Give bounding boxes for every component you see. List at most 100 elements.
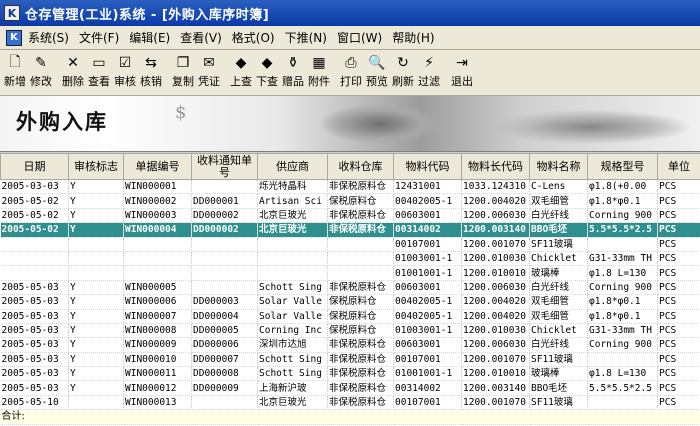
toolbar-button-label: 删除: [62, 75, 84, 88]
menu-window[interactable]: 窗口(W): [335, 29, 390, 46]
table-cell: DD000004: [191, 309, 258, 324]
toolbar-button-gift[interactable]: ⚱ 赠品: [280, 54, 306, 89]
table-cell: Solar Valle: [257, 309, 328, 324]
toolbar-button-edit[interactable]: ✎ 修改: [28, 54, 54, 89]
table-cell: φ1.8*φ0.1: [587, 294, 658, 310]
table-cell: 2005-05-02: [0, 222, 69, 238]
totals-label: 合计:: [0, 409, 700, 425]
column-header[interactable]: 供应商: [257, 153, 328, 180]
toolbar-button-exit[interactable]: ⇥ 退出: [448, 54, 476, 89]
table-cell: 2005-05-03: [0, 309, 69, 324]
gift-icon: ⚱: [287, 55, 299, 71]
inbound-purchase-grid[interactable]: 日期 审核标志 单据编号 收料通知单号 供应商 收料仓库 物料代码 物料长代码 物料名称 规格型号…: [0, 153, 700, 426]
table-cell: 00314002: [393, 380, 462, 396]
table-cell: 保税原料仓: [327, 323, 394, 339]
table-row[interactable]: 2005-03-03 Y WIN000001 烁光特晶科 非保税原料仓 12431001 1…: [0, 179, 700, 195]
table-row[interactable]: 01001001-1 1200.010010 玻璃棒 φ1.8 L=130 PCS: [0, 265, 700, 281]
toolbar-button-audit[interactable]: ☑ 审核: [112, 54, 138, 89]
system-menu-icon[interactable]: K: [6, 29, 22, 46]
toolbar-button-print[interactable]: ⎙ 打印: [338, 54, 364, 89]
table-cell: 深圳市达旭: [257, 337, 328, 353]
table-cell: Y: [68, 380, 124, 396]
column-header[interactable]: 单据编号: [123, 153, 192, 180]
menu-help[interactable]: 帮助(H): [390, 29, 442, 46]
table-cell: Chicklet: [529, 251, 588, 267]
column-header[interactable]: 规格型号: [587, 153, 658, 180]
table-row[interactable]: 2005-05-03 Y WIN000005 Schott Sing 非保税原料仓 006…: [0, 280, 700, 296]
table-cell: [191, 179, 258, 195]
table-cell: WIN000013: [123, 395, 192, 411]
toolbar-button-delete[interactable]: ✕ 删除: [60, 54, 86, 89]
table-cell: PCS: [657, 309, 700, 324]
toolbar-button-writeoff[interactable]: ⇆ 核销: [138, 54, 164, 89]
down-query-icon: ◆: [261, 55, 273, 71]
column-header[interactable]: 日期: [0, 153, 69, 180]
toolbar-button-copy[interactable]: ❐ 复制: [170, 54, 196, 89]
menu-system[interactable]: 系统(S): [26, 29, 77, 46]
column-header[interactable]: 单位: [657, 153, 700, 180]
column-header[interactable]: 物料长代码: [461, 153, 530, 180]
toolbar-button-view[interactable]: ▭ 查看: [86, 54, 112, 89]
table-cell: DD000007: [191, 352, 258, 368]
table-cell: PCS: [657, 366, 700, 382]
column-header[interactable]: 收料通知单号: [191, 153, 258, 180]
table-row[interactable]: 2005-05-02 Y WIN000002 DD000001 Artisan Sci 保…: [0, 193, 700, 209]
voucher-icon: ✉: [203, 55, 215, 71]
menu-push-down[interactable]: 下推(N): [283, 29, 335, 46]
table-row[interactable]: 2005-05-10 WIN000013 北京巨玻光 非保税原料仓 00107001 12…: [0, 395, 700, 411]
toolbar-button-attachment[interactable]: ▦ 附件: [306, 54, 332, 89]
menu-bar: K 系统(S) 文件(F) 编辑(E) 查看(V) 格式(O) 下推(N) 窗口…: [0, 26, 700, 50]
table-cell: PCS: [657, 265, 700, 281]
column-header[interactable]: 审核标志: [68, 153, 124, 180]
toolbar-button-refresh[interactable]: ↻ 刷新: [390, 54, 416, 89]
table-cell: Corning 900: [587, 280, 658, 296]
banner-decoration: [490, 110, 690, 144]
table-cell: WIN000011: [123, 366, 192, 382]
table-cell: Y: [68, 280, 124, 296]
menu-view[interactable]: 查看(V): [178, 29, 230, 46]
table-cell: Y: [68, 208, 124, 224]
table-cell: DD000005: [191, 323, 258, 339]
toolbar-button-up-query[interactable]: ◆ 上查: [228, 54, 254, 89]
table-row[interactable]: 2005-05-03 Y WIN000012 DD000009 上海新沪玻 非保税原料仓 0…: [0, 380, 700, 396]
table-cell: PCS: [657, 222, 700, 238]
table-cell: WIN000007: [123, 309, 192, 324]
table-row[interactable]: 2005-05-03 Y WIN000007 DD000004 Solar Valle 保…: [0, 309, 700, 324]
table-cell: 00107001: [393, 395, 462, 411]
column-header[interactable]: 物料代码: [393, 153, 462, 180]
toolbar-button-filter[interactable]: ⚡ 过滤: [416, 54, 442, 89]
table-row[interactable]: 2005-05-03 Y WIN000006 DD000003 Solar Valle 保…: [0, 294, 700, 310]
table-cell: 上海新沪玻: [257, 380, 328, 396]
toolbar-button-label: 预览: [366, 75, 388, 88]
table-row[interactable]: 2005-05-03 Y WIN000008 DD000005 Corning Inc 保…: [0, 323, 700, 339]
table-row[interactable]: 01003001-1 1200.010030 Chicklet G31-33mm TH…: [0, 251, 700, 267]
menu-edit[interactable]: 编辑(E): [127, 29, 178, 46]
table-cell: 1200.001070: [461, 352, 530, 368]
column-header[interactable]: 物料名称: [529, 153, 588, 180]
table-cell: 1200.004020: [461, 193, 530, 209]
refresh-icon: ↻: [397, 55, 409, 71]
table-row[interactable]: 00107001 1200.001070 SF11玻璃 PCS: [0, 237, 700, 252]
table-cell: 00402005-1: [393, 309, 462, 324]
table-row[interactable]: 2005-05-03 Y WIN000011 DD000008 Schott Sing 非…: [0, 366, 700, 382]
toolbar-button-label: 附件: [308, 75, 330, 88]
table-cell: 2005-05-03: [0, 366, 69, 382]
table-cell: PCS: [657, 193, 700, 209]
toolbar-button-voucher[interactable]: ✉ 凭证: [196, 54, 222, 89]
column-header[interactable]: 收料仓库: [327, 153, 394, 180]
table-row[interactable]: 2005-05-03 Y WIN000010 DD000007 Schott Sing 非…: [0, 352, 700, 368]
table-row[interactable]: 2005-05-03 Y WIN000009 DD000006 深圳市达旭 非保税原料仓 0…: [0, 337, 700, 353]
menu-file[interactable]: 文件(F): [77, 29, 127, 46]
table-cell: 00314002: [393, 222, 462, 238]
table-cell: [587, 352, 658, 368]
table-row[interactable]: 2005-05-02 Y WIN000003 DD000002 北京巨玻光 非保税原料仓 0…: [0, 208, 700, 224]
table-row[interactable]: 2005-05-02 Y WIN000004 DD000002 北京巨玻光 非保税原料仓 0…: [0, 222, 700, 238]
toolbar-button-new-doc[interactable]: 🗋 新增: [2, 54, 28, 89]
toolbar-button-preview[interactable]: 🔍 预览: [364, 54, 390, 89]
table-cell: WIN000008: [123, 323, 192, 339]
table-cell: BBO毛坯: [529, 222, 588, 238]
toolbar-button-label: 审核: [114, 75, 136, 88]
menu-format[interactable]: 格式(O): [230, 29, 283, 46]
table-cell: 非保税原料仓: [327, 208, 394, 224]
toolbar-button-down-query[interactable]: ◆ 下查: [254, 54, 280, 89]
